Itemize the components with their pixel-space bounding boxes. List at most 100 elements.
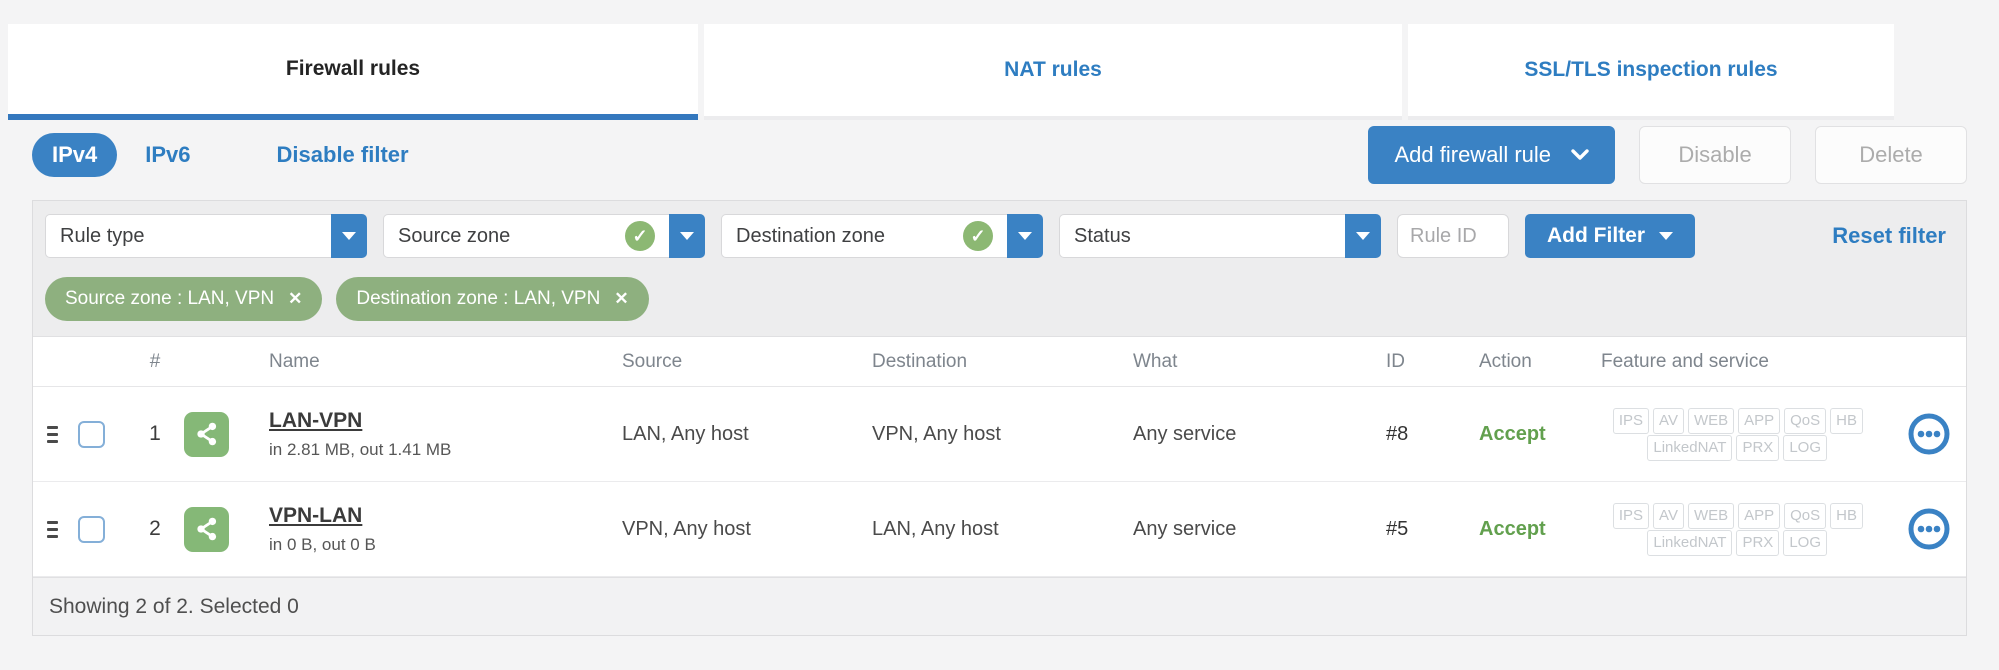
status-filter-label: Status xyxy=(1074,224,1131,247)
rule-name-link[interactable]: VPN-LAN xyxy=(269,504,622,528)
toolbar-actions: Add firewall rule Disable Delete xyxy=(1368,126,1967,184)
source-zone-filter-label: Source zone xyxy=(398,224,511,247)
feature-badge: WEB xyxy=(1687,408,1735,434)
table-row: 1 LAN-VPN in 2.81 MB, out 1.41 MB LAN, A… xyxy=(33,387,1966,482)
header-what: What xyxy=(1133,350,1178,372)
firewall-rules-page: Firewall rules NAT rules SSL/TLS inspect… xyxy=(0,0,1999,670)
feature-badges: IPS AV WEB APP QoS HB LinkedNAT PRX LOG xyxy=(1601,407,1891,461)
tab-nat-rules[interactable]: NAT rules xyxy=(704,24,1402,120)
ipv6-toggle[interactable]: IPv6 xyxy=(145,142,190,168)
rules-card: Rule type Source zone ✓ Destination zone… xyxy=(32,200,1967,636)
rule-traffic-share-icon[interactable] xyxy=(184,411,229,457)
rule-destination: LAN, Any host xyxy=(872,517,999,540)
header-source: Source xyxy=(622,350,683,372)
feature-badge: HB xyxy=(1830,503,1863,529)
filter-chip-label: Destination zone : LAN, VPN xyxy=(356,287,601,309)
chip-close-icon[interactable]: ✕ xyxy=(614,289,628,309)
feature-badge: AV xyxy=(1653,408,1684,434)
reset-filter-link[interactable]: Reset filter xyxy=(1832,223,1946,249)
row-number: 1 xyxy=(149,422,161,445)
rule-traffic-share-icon[interactable] xyxy=(184,506,229,552)
source-zone-dropdown-button[interactable] xyxy=(669,214,705,258)
status-filter: Status xyxy=(1059,214,1381,258)
rule-type-filter: Rule type xyxy=(45,214,367,258)
filter-applied-check-icon: ✓ xyxy=(963,221,993,251)
feature-badge: APP xyxy=(1738,503,1781,529)
top-tab-bar: Firewall rules NAT rules SSL/TLS inspect… xyxy=(8,24,1894,120)
feature-badge: PRX xyxy=(1736,435,1780,461)
table-row: 2 VPN-LAN in 0 B, out 0 B VPN, Any host … xyxy=(33,482,1966,577)
row-number: 2 xyxy=(149,517,161,540)
filter-applied-check-icon: ✓ xyxy=(625,221,655,251)
rule-what: Any service xyxy=(1133,517,1237,540)
triangle-down-icon xyxy=(1018,232,1032,240)
header-action: Action xyxy=(1479,350,1532,372)
rule-id: #8 xyxy=(1386,422,1409,445)
feature-badge: QoS xyxy=(1784,408,1827,434)
feature-badges: IPS AV WEB APP QoS HB LinkedNAT PRX LOG xyxy=(1601,502,1891,556)
rule-traffic-stats: in 2.81 MB, out 1.41 MB xyxy=(269,439,452,459)
add-firewall-rule-button[interactable]: Add firewall rule xyxy=(1368,126,1615,184)
rule-source: VPN, Any host xyxy=(622,517,751,540)
delete-button[interactable]: Delete xyxy=(1815,126,1967,184)
row-select-checkbox[interactable] xyxy=(78,420,105,448)
header-id: ID xyxy=(1386,350,1405,372)
header-name: Name xyxy=(269,350,320,372)
rule-action: Accept xyxy=(1479,422,1546,445)
feature-badge: APP xyxy=(1738,408,1781,434)
source-zone-filter: Source zone ✓ xyxy=(383,214,705,258)
row-menu-ellipsis-icon[interactable] xyxy=(1891,506,1966,552)
table-header-row: # Name Source Destination What ID Action… xyxy=(33,337,1966,387)
destination-zone-dropdown-button[interactable] xyxy=(1007,214,1043,258)
triangle-down-icon xyxy=(1659,232,1673,240)
add-firewall-rule-label: Add firewall rule xyxy=(1394,142,1551,167)
feature-badge: WEB xyxy=(1687,503,1735,529)
status-dropdown-button[interactable] xyxy=(1345,214,1381,258)
triangle-down-icon xyxy=(1356,232,1370,240)
toolbar: IPv4 IPv6 Disable filter Add firewall ru… xyxy=(32,126,1967,184)
tab-firewall-rules[interactable]: Firewall rules xyxy=(8,24,698,120)
status-filter-value[interactable]: Status xyxy=(1059,214,1345,258)
header-destination: Destination xyxy=(872,350,968,372)
rule-id-input[interactable] xyxy=(1397,214,1509,258)
destination-zone-filter-value[interactable]: Destination zone ✓ xyxy=(721,214,1007,258)
rule-type-dropdown-button[interactable] xyxy=(331,214,367,258)
destination-zone-filter: Destination zone ✓ xyxy=(721,214,1043,258)
row-select-checkbox[interactable] xyxy=(78,515,105,543)
ipv4-toggle[interactable]: IPv4 xyxy=(32,133,118,177)
add-filter-label: Add Filter xyxy=(1547,224,1645,247)
rule-destination: VPN, Any host xyxy=(872,422,1001,445)
feature-badge: LOG xyxy=(1783,435,1827,461)
rule-source: LAN, Any host xyxy=(622,422,749,445)
feature-badge: IPS xyxy=(1612,408,1650,434)
filter-bar: Rule type Source zone ✓ Destination zone… xyxy=(33,201,1966,271)
disable-filter-link[interactable]: Disable filter xyxy=(277,142,409,168)
header-number: # xyxy=(149,350,161,372)
feature-badge: LinkedNAT xyxy=(1647,530,1733,556)
add-filter-button[interactable]: Add Filter xyxy=(1525,214,1695,258)
chevron-down-icon xyxy=(1571,149,1589,160)
showing-count-text: Showing 2 of 2. Selected 0 xyxy=(49,594,299,618)
rule-what: Any service xyxy=(1133,422,1237,445)
rule-traffic-stats: in 0 B, out 0 B xyxy=(269,534,376,554)
rule-name-cell: VPN-LAN in 0 B, out 0 B xyxy=(269,504,622,555)
disable-button[interactable]: Disable xyxy=(1639,126,1791,184)
rule-type-filter-value[interactable]: Rule type xyxy=(45,214,331,258)
chip-close-icon[interactable]: ✕ xyxy=(288,289,302,309)
row-menu-ellipsis-icon[interactable] xyxy=(1891,411,1966,457)
filter-chip-label: Source zone : LAN, VPN xyxy=(65,287,275,309)
rule-name-cell: LAN-VPN in 2.81 MB, out 1.41 MB xyxy=(269,409,622,460)
rule-id: #5 xyxy=(1386,517,1409,540)
drag-handle-icon[interactable] xyxy=(33,425,78,443)
triangle-down-icon xyxy=(680,232,694,240)
drag-handle-icon[interactable] xyxy=(33,520,78,538)
tab-ssl-tls-inspection-rules[interactable]: SSL/TLS inspection rules xyxy=(1408,24,1894,120)
filter-chip-source-zone: Source zone : LAN, VPN ✕ xyxy=(45,276,323,321)
rule-name-link[interactable]: LAN-VPN xyxy=(269,409,622,433)
feature-badge: PRX xyxy=(1736,530,1780,556)
feature-badge: HB xyxy=(1830,408,1863,434)
active-filter-chips: Source zone : LAN, VPN ✕ Destination zon… xyxy=(33,271,1966,337)
source-zone-filter-value[interactable]: Source zone ✓ xyxy=(383,214,669,258)
destination-zone-filter-label: Destination zone xyxy=(736,224,885,247)
rule-type-filter-label: Rule type xyxy=(60,224,145,247)
